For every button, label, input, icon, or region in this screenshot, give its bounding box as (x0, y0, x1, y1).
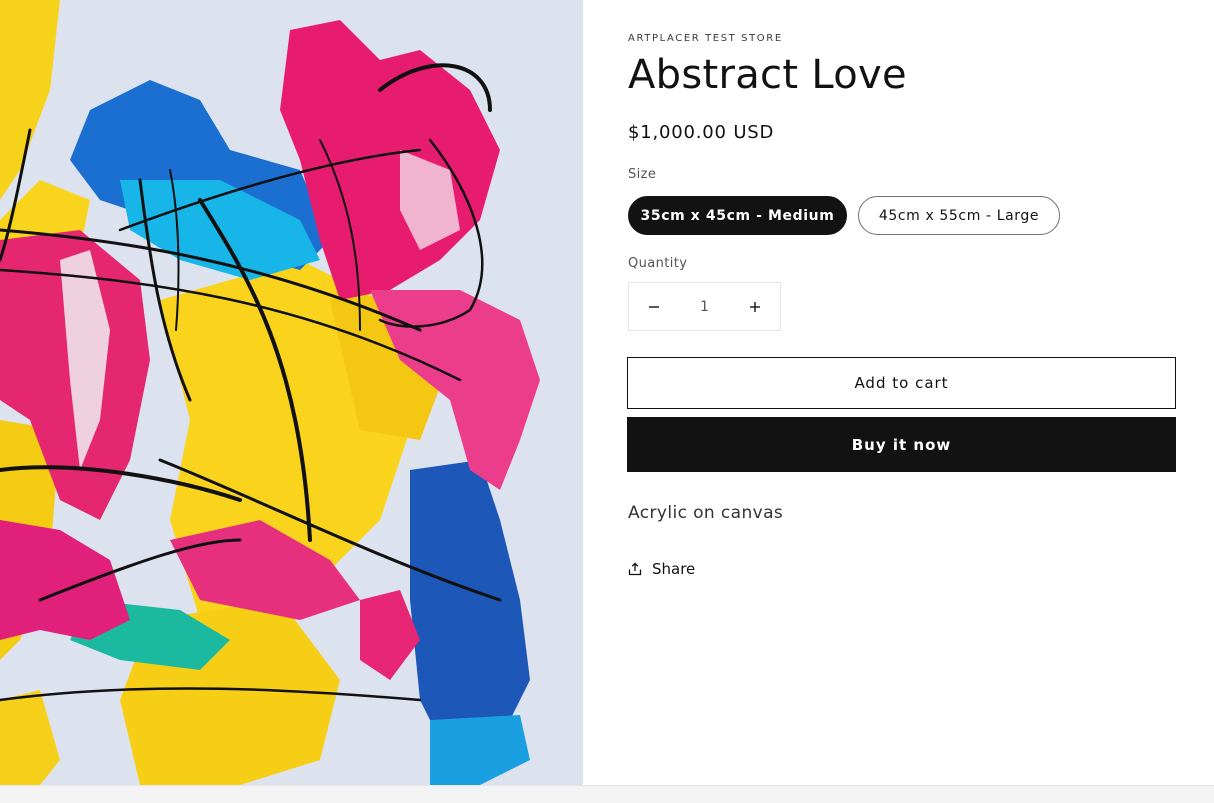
size-option-large[interactable]: 45cm x 55cm - Large (858, 196, 1060, 235)
size-option-medium[interactable]: 35cm x 45cm - Medium (628, 196, 847, 235)
vendor-label: ARTPLACER TEST STORE (628, 33, 783, 44)
decrease-quantity-button[interactable] (629, 283, 679, 330)
product-image[interactable] (0, 0, 583, 785)
size-label: Size (628, 167, 657, 182)
page-bottom-divider (0, 785, 1214, 803)
minus-icon (649, 305, 659, 308)
buy-it-now-button[interactable]: Buy it now (627, 417, 1176, 472)
add-to-cart-button[interactable]: Add to cart (627, 357, 1176, 409)
product-price: $1,000.00 USD (628, 122, 775, 143)
plus-icon (750, 301, 760, 312)
share-button[interactable]: Share (628, 560, 695, 578)
share-icon (628, 562, 642, 576)
product-title: Abstract Love (628, 52, 907, 98)
quantity-stepper: 1 (628, 282, 781, 331)
quantity-label: Quantity (628, 256, 688, 271)
abstract-painting-image (0, 0, 583, 785)
share-label: Share (652, 560, 696, 578)
product-description: Acrylic on canvas (628, 503, 784, 523)
quantity-input[interactable]: 1 (679, 299, 730, 315)
increase-quantity-button[interactable] (730, 283, 780, 330)
